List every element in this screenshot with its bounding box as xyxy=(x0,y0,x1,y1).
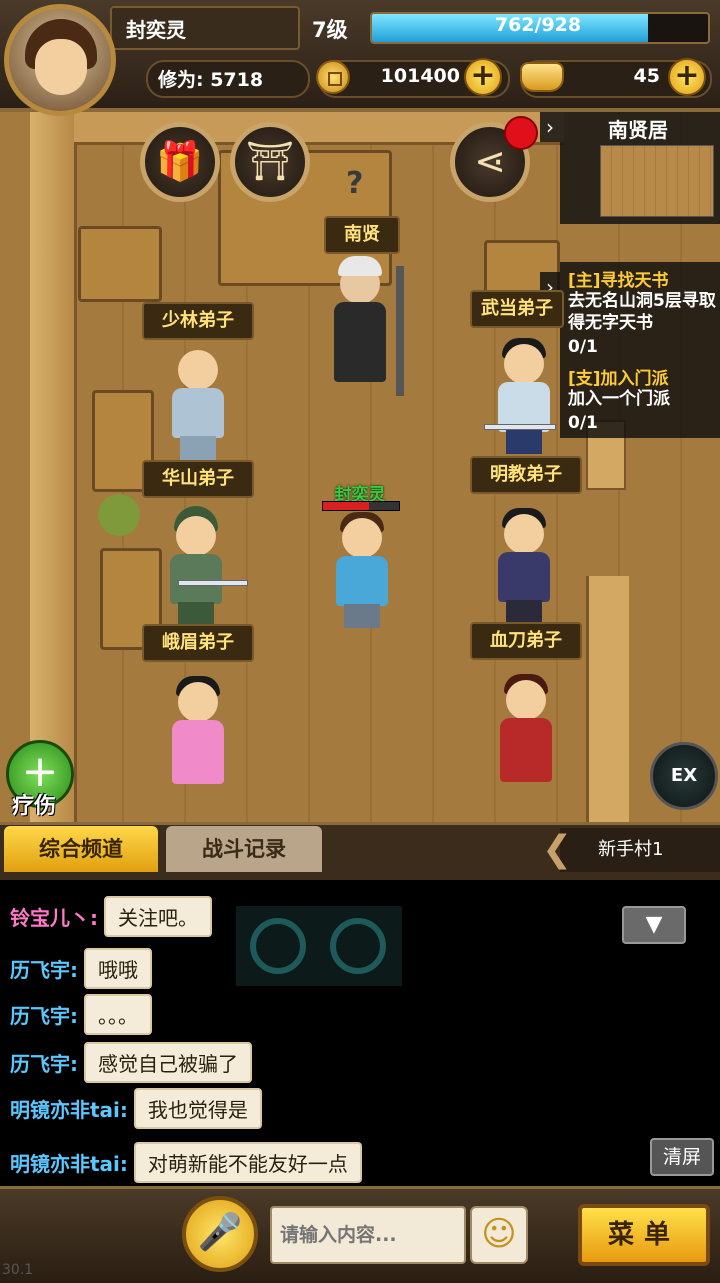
chat-text: 关注吧。 xyxy=(104,896,212,937)
loading-rings xyxy=(236,906,402,986)
shop-icon: ⛩ xyxy=(245,139,295,183)
chat-sender[interactable]: 明镜亦非tai: xyxy=(10,1152,128,1176)
npc-red-warrior[interactable] xyxy=(496,674,556,800)
chat-text: 。。。 xyxy=(84,994,152,1035)
npc-label-huashan[interactable]: 华山弟子 xyxy=(142,460,254,498)
wooden-cabinet xyxy=(78,226,162,302)
chat-sender[interactable]: 铃宝儿丶: xyxy=(10,906,98,930)
player-character[interactable] xyxy=(332,512,392,638)
sword-icon xyxy=(178,580,248,586)
chat-message: 明镜亦非tai: 对萌新能不能友好一点 xyxy=(10,1142,362,1183)
notification-dot xyxy=(504,116,538,150)
chat-sender[interactable]: 历飞宇: xyxy=(10,1052,78,1076)
chat-text: 感觉自己被骗了 xyxy=(84,1042,252,1083)
menu-button[interactable]: 菜单 xyxy=(578,1204,710,1266)
chat-text: 对萌新能不能友好一点 xyxy=(133,1142,362,1183)
quest-description: 加入一个门派 xyxy=(568,389,670,409)
xp-text: 762/928 xyxy=(494,14,582,36)
chevron-down-icon: ▼ xyxy=(645,912,663,937)
player-level: 7级 xyxy=(312,18,348,42)
quest-title[interactable]: [主]寻找天书 xyxy=(568,266,669,291)
chat-message: 明镜亦非tai: 我也觉得是 xyxy=(10,1088,262,1129)
microphone-icon: 🎤 xyxy=(197,1212,243,1253)
quest-panel[interactable]: [主]寻找天书 去无名山洞5层寻取得无字天书 0/1 [支]加入门派 加入一个门… xyxy=(560,262,720,438)
gift-button[interactable]: 🎁 xyxy=(140,122,220,202)
gold-ingot-icon xyxy=(520,62,564,92)
tab-general-channel[interactable]: 综合频道 xyxy=(4,826,158,872)
channel-selector[interactable]: 新手村1 xyxy=(560,828,720,872)
fps-counter: 30.1 xyxy=(2,1262,34,1278)
npc-label-emei[interactable]: 峨眉弟子 xyxy=(142,624,254,662)
hero-hp-bar xyxy=(322,501,400,511)
share-icon: ⋖ xyxy=(474,139,506,183)
ingot-amount: 45 xyxy=(633,65,660,87)
emoji-button[interactable]: ☺ xyxy=(470,1206,528,1264)
npc-shaolin-disciple[interactable] xyxy=(168,350,228,460)
chat-input[interactable] xyxy=(270,1206,466,1264)
minimap-image[interactable] xyxy=(600,145,714,217)
npc-label-xuedao[interactable]: 血刀弟子 xyxy=(470,622,582,660)
npc-label-mingjiao[interactable]: 明教弟子 xyxy=(470,456,582,494)
npc-mingjiao-disciple[interactable] xyxy=(494,338,554,454)
player-avatar[interactable] xyxy=(4,4,116,116)
npc-nanxian[interactable] xyxy=(330,256,390,394)
quest-description: 去无名山洞5层寻取得无字天书 xyxy=(568,291,716,333)
npc-emei-disciple[interactable] xyxy=(166,506,226,626)
left-wall xyxy=(30,112,77,822)
chat-message: 铃宝儿丶: 关注吧。 xyxy=(10,896,212,937)
smiley-icon: ☺ xyxy=(481,1214,517,1254)
minimap-title: 南贤居 xyxy=(608,118,668,142)
shop-button[interactable]: ⛩ xyxy=(230,122,310,202)
heal-label[interactable]: 疗伤 xyxy=(12,788,56,820)
chat-sender[interactable]: 历飞宇: xyxy=(10,1004,78,1028)
potted-plant xyxy=(98,494,140,536)
chat-sender[interactable]: 明镜亦非tai: xyxy=(10,1098,128,1122)
chat-text: 我也觉得是 xyxy=(133,1088,262,1129)
npc-pink-girl[interactable] xyxy=(168,676,228,802)
npc-xuedao-disciple[interactable] xyxy=(494,508,554,624)
chat-message: 历飞宇: 感觉自己被骗了 xyxy=(10,1042,252,1083)
chat-message: 历飞宇: 哦哦 xyxy=(10,948,152,989)
chat-sender[interactable]: 历飞宇: xyxy=(10,958,78,982)
wall-pillar xyxy=(586,576,629,822)
npc-staff xyxy=(396,266,404,396)
npc-label-shaolin[interactable]: 少林弟子 xyxy=(142,302,254,340)
clear-chat-button[interactable]: 清屏 xyxy=(650,1138,714,1176)
voice-input-button[interactable]: 🎤 xyxy=(182,1196,258,1272)
minimap-toggle-arrow[interactable]: › xyxy=(540,112,560,142)
npc-label-nanxian[interactable]: 南贤 xyxy=(324,216,400,254)
quest-progress: 0/1 xyxy=(568,413,598,433)
scroll-down-button[interactable]: ▼ xyxy=(622,906,686,944)
coin-amount: 101400 xyxy=(380,65,460,87)
chevron-left-icon[interactable]: ❮ xyxy=(542,828,572,872)
chat-message: 历飞宇:。。。 xyxy=(10,994,152,1035)
quest-progress: 0/1 xyxy=(568,337,598,357)
sword-icon xyxy=(484,424,556,430)
add-ingots-button[interactable]: + xyxy=(668,58,706,96)
quest-question-mark-icon: ? xyxy=(346,166,364,201)
chat-text: 哦哦 xyxy=(84,948,152,989)
player-name: 封奕灵 xyxy=(126,18,186,42)
ex-button[interactable]: EX xyxy=(650,742,718,810)
hero-hp-fill xyxy=(323,502,369,510)
add-coins-button[interactable]: + xyxy=(464,58,502,96)
avatar-face xyxy=(35,39,87,95)
quest-title[interactable]: [支]加入门派 xyxy=(568,364,669,389)
tab-battle-log[interactable]: 战斗记录 xyxy=(166,826,322,872)
npc-label-wudang[interactable]: 武当弟子 xyxy=(470,290,564,328)
coin-icon xyxy=(316,60,350,94)
gift-icon: 🎁 xyxy=(156,139,204,183)
cultivation-value: 修为: 5718 xyxy=(158,69,264,91)
